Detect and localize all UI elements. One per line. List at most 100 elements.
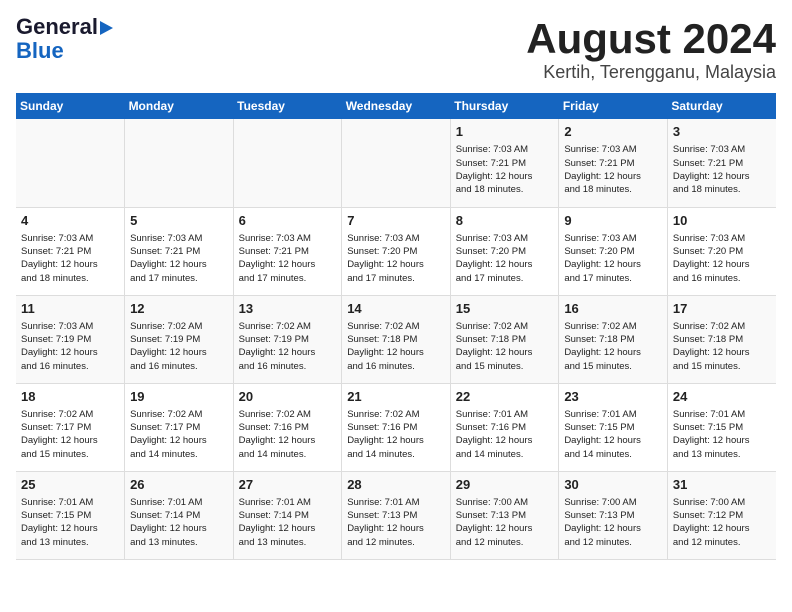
calendar-cell: 22Sunrise: 7:01 AMSunset: 7:16 PMDayligh… bbox=[450, 383, 559, 471]
day-number: 3 bbox=[673, 123, 771, 141]
day-info: Sunrise: 7:01 AM bbox=[347, 496, 445, 509]
day-info: Daylight: 12 hours bbox=[21, 258, 119, 271]
day-info: Daylight: 12 hours bbox=[564, 522, 662, 535]
calendar-week-5: 25Sunrise: 7:01 AMSunset: 7:15 PMDayligh… bbox=[16, 471, 776, 559]
calendar-cell: 2Sunrise: 7:03 AMSunset: 7:21 PMDaylight… bbox=[559, 119, 668, 207]
calendar-subtitle: Kertih, Terengganu, Malaysia bbox=[526, 62, 776, 83]
day-number: 6 bbox=[239, 212, 337, 230]
day-info: Sunrise: 7:02 AM bbox=[347, 320, 445, 333]
calendar-header: SundayMondayTuesdayWednesdayThursdayFrid… bbox=[16, 93, 776, 119]
day-number: 4 bbox=[21, 212, 119, 230]
day-info: and 17 minutes. bbox=[456, 272, 554, 285]
day-number: 28 bbox=[347, 476, 445, 494]
day-info: Sunset: 7:16 PM bbox=[347, 421, 445, 434]
day-info: Sunrise: 7:01 AM bbox=[673, 408, 771, 421]
day-info: and 14 minutes. bbox=[239, 448, 337, 461]
day-info: and 13 minutes. bbox=[673, 448, 771, 461]
day-info: Sunrise: 7:00 AM bbox=[564, 496, 662, 509]
day-number: 15 bbox=[456, 300, 554, 318]
calendar-week-1: 1Sunrise: 7:03 AMSunset: 7:21 PMDaylight… bbox=[16, 119, 776, 207]
day-number: 14 bbox=[347, 300, 445, 318]
day-info: Daylight: 12 hours bbox=[21, 346, 119, 359]
day-info: Sunrise: 7:03 AM bbox=[673, 143, 771, 156]
day-info: Sunrise: 7:02 AM bbox=[347, 408, 445, 421]
day-info: Sunrise: 7:00 AM bbox=[456, 496, 554, 509]
calendar-cell: 19Sunrise: 7:02 AMSunset: 7:17 PMDayligh… bbox=[125, 383, 234, 471]
day-info: Sunrise: 7:02 AM bbox=[130, 320, 228, 333]
day-info: and 16 minutes. bbox=[130, 360, 228, 373]
day-info: Sunrise: 7:03 AM bbox=[673, 232, 771, 245]
day-info: Sunrise: 7:03 AM bbox=[564, 232, 662, 245]
calendar-week-3: 11Sunrise: 7:03 AMSunset: 7:19 PMDayligh… bbox=[16, 295, 776, 383]
day-info: Sunset: 7:19 PM bbox=[130, 333, 228, 346]
day-number: 12 bbox=[130, 300, 228, 318]
day-number: 5 bbox=[130, 212, 228, 230]
day-info: Sunset: 7:18 PM bbox=[347, 333, 445, 346]
calendar-cell: 28Sunrise: 7:01 AMSunset: 7:13 PMDayligh… bbox=[342, 471, 451, 559]
day-info: Sunrise: 7:03 AM bbox=[564, 143, 662, 156]
weekday-header-wednesday: Wednesday bbox=[342, 93, 451, 119]
day-info: and 16 minutes. bbox=[21, 360, 119, 373]
day-number: 9 bbox=[564, 212, 662, 230]
day-info: Daylight: 12 hours bbox=[564, 258, 662, 271]
day-info: Sunrise: 7:02 AM bbox=[673, 320, 771, 333]
day-info: Sunset: 7:18 PM bbox=[673, 333, 771, 346]
day-number: 19 bbox=[130, 388, 228, 406]
day-info: Sunrise: 7:00 AM bbox=[673, 496, 771, 509]
day-info: Daylight: 12 hours bbox=[456, 258, 554, 271]
day-number: 22 bbox=[456, 388, 554, 406]
day-number: 29 bbox=[456, 476, 554, 494]
day-number: 2 bbox=[564, 123, 662, 141]
calendar-cell: 6Sunrise: 7:03 AMSunset: 7:21 PMDaylight… bbox=[233, 207, 342, 295]
day-info: Sunset: 7:21 PM bbox=[21, 245, 119, 258]
day-info: and 15 minutes. bbox=[564, 360, 662, 373]
day-info: Sunset: 7:14 PM bbox=[239, 509, 337, 522]
calendar-week-2: 4Sunrise: 7:03 AMSunset: 7:21 PMDaylight… bbox=[16, 207, 776, 295]
calendar-cell: 18Sunrise: 7:02 AMSunset: 7:17 PMDayligh… bbox=[16, 383, 125, 471]
logo-blue-text: Blue bbox=[16, 38, 64, 63]
day-info: Daylight: 12 hours bbox=[456, 346, 554, 359]
calendar-cell: 16Sunrise: 7:02 AMSunset: 7:18 PMDayligh… bbox=[559, 295, 668, 383]
day-info: and 17 minutes. bbox=[564, 272, 662, 285]
calendar-body: 1Sunrise: 7:03 AMSunset: 7:21 PMDaylight… bbox=[16, 119, 776, 559]
day-info: and 16 minutes. bbox=[673, 272, 771, 285]
day-info: Daylight: 12 hours bbox=[239, 258, 337, 271]
day-info: Sunset: 7:20 PM bbox=[347, 245, 445, 258]
calendar-cell: 26Sunrise: 7:01 AMSunset: 7:14 PMDayligh… bbox=[125, 471, 234, 559]
day-number: 25 bbox=[21, 476, 119, 494]
day-info: and 12 minutes. bbox=[673, 536, 771, 549]
day-info: Sunrise: 7:03 AM bbox=[456, 232, 554, 245]
day-info: Sunset: 7:21 PM bbox=[564, 157, 662, 170]
day-info: and 15 minutes. bbox=[673, 360, 771, 373]
day-info: Sunrise: 7:03 AM bbox=[347, 232, 445, 245]
weekday-header-tuesday: Tuesday bbox=[233, 93, 342, 119]
day-info: and 14 minutes. bbox=[130, 448, 228, 461]
day-info: Daylight: 12 hours bbox=[456, 522, 554, 535]
calendar-cell: 29Sunrise: 7:00 AMSunset: 7:13 PMDayligh… bbox=[450, 471, 559, 559]
calendar-cell: 27Sunrise: 7:01 AMSunset: 7:14 PMDayligh… bbox=[233, 471, 342, 559]
day-info: Sunrise: 7:02 AM bbox=[239, 408, 337, 421]
day-info: Sunset: 7:15 PM bbox=[564, 421, 662, 434]
calendar-cell: 14Sunrise: 7:02 AMSunset: 7:18 PMDayligh… bbox=[342, 295, 451, 383]
day-number: 7 bbox=[347, 212, 445, 230]
day-info: Sunrise: 7:01 AM bbox=[564, 408, 662, 421]
day-info: and 18 minutes. bbox=[564, 183, 662, 196]
day-info: and 15 minutes. bbox=[21, 448, 119, 461]
day-info: Daylight: 12 hours bbox=[673, 346, 771, 359]
calendar-cell: 4Sunrise: 7:03 AMSunset: 7:21 PMDaylight… bbox=[16, 207, 125, 295]
logo-text: General bbox=[16, 16, 113, 38]
day-info: Sunset: 7:13 PM bbox=[347, 509, 445, 522]
day-number: 27 bbox=[239, 476, 337, 494]
day-info: Daylight: 12 hours bbox=[130, 434, 228, 447]
calendar-cell: 17Sunrise: 7:02 AMSunset: 7:18 PMDayligh… bbox=[667, 295, 776, 383]
day-info: Daylight: 12 hours bbox=[456, 170, 554, 183]
calendar-cell: 9Sunrise: 7:03 AMSunset: 7:20 PMDaylight… bbox=[559, 207, 668, 295]
day-info: and 18 minutes. bbox=[21, 272, 119, 285]
calendar-cell: 30Sunrise: 7:00 AMSunset: 7:13 PMDayligh… bbox=[559, 471, 668, 559]
day-number: 31 bbox=[673, 476, 771, 494]
day-number: 30 bbox=[564, 476, 662, 494]
day-number: 16 bbox=[564, 300, 662, 318]
day-info: and 15 minutes. bbox=[456, 360, 554, 373]
day-info: Sunrise: 7:02 AM bbox=[564, 320, 662, 333]
day-info: and 18 minutes. bbox=[456, 183, 554, 196]
